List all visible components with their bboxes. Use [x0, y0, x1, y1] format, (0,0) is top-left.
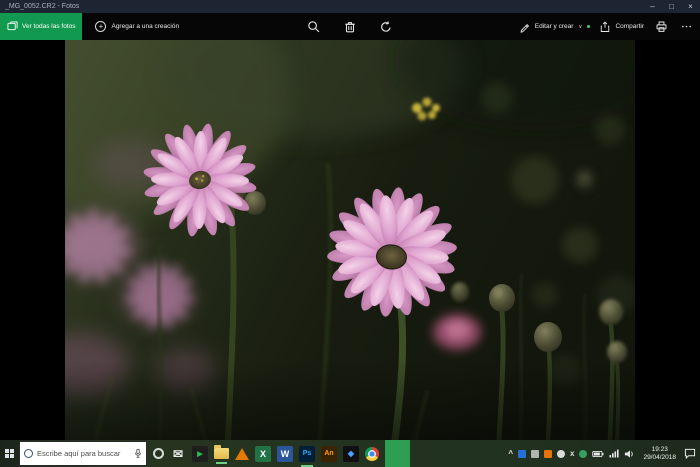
photo-gallery-icon — [7, 21, 18, 32]
maximize-button[interactable]: □ — [662, 0, 681, 13]
task-view-icon[interactable] — [153, 448, 164, 459]
center-tools — [306, 19, 394, 35]
animate-icon[interactable]: An — [321, 446, 337, 462]
see-more-button[interactable] — [678, 19, 694, 35]
chevron-down-icon: ∨ — [578, 24, 582, 30]
close-button[interactable]: × — [681, 0, 700, 13]
start-button[interactable] — [0, 440, 19, 467]
printer-icon — [655, 20, 668, 33]
search-input[interactable] — [37, 449, 130, 458]
photoshop-icon[interactable]: Ps — [299, 446, 315, 462]
word-icon[interactable]: W — [277, 446, 293, 462]
photos-icon[interactable] — [385, 440, 410, 467]
cortana-ring-icon — [24, 449, 33, 458]
view-all-photos-button[interactable]: Ver todas las fotos — [0, 13, 82, 40]
taskbar-apps: ✉ ▶ XW Ps An ◆ — [153, 440, 410, 467]
daisy-photo-illustration — [65, 40, 635, 440]
delete-button[interactable] — [342, 19, 358, 35]
battery-icon[interactable] — [592, 450, 604, 458]
ellipsis-icon — [680, 20, 693, 33]
edit-create-button[interactable]: Editar y crear ∨ — [519, 21, 591, 33]
chrome-icon[interactable] — [365, 447, 379, 461]
taskbar-clock[interactable]: 19:23 29/04/2018 — [640, 446, 679, 462]
right-tools: Editar y crear ∨ Compartir — [519, 19, 700, 35]
action-center-icon[interactable] — [684, 448, 696, 459]
tray-green-app-icon[interactable] — [579, 450, 587, 458]
movies-tv-icon[interactable]: ▶ — [192, 446, 208, 462]
circled-plus-icon: + — [95, 21, 106, 32]
window-controls: – □ × — [643, 0, 700, 13]
tray-gray-app-icon[interactable] — [531, 450, 539, 458]
window-title: _MG_0052.CR2 - Fotos — [0, 3, 79, 10]
add-to-creation-button[interactable]: + Agregar a una creación — [95, 21, 179, 32]
taskbar: ✉ ▶ XW Ps An ◆ ^ x 19:23 29/04/2018 — [0, 440, 700, 467]
share-button[interactable]: Compartir — [599, 21, 644, 33]
photo-canvas[interactable] — [65, 40, 635, 440]
titlebar: _MG_0052.CR2 - Fotos – □ × — [0, 0, 700, 13]
zoom-button[interactable] — [306, 19, 322, 35]
taskbar-search-box[interactable] — [19, 441, 147, 466]
photo-viewer — [0, 40, 700, 440]
view-all-photos-label: Ver todas las fotos — [22, 23, 75, 30]
magnifier-icon — [307, 20, 321, 34]
mail-icon[interactable]: ✉ — [170, 446, 186, 462]
network-icon[interactable] — [609, 449, 619, 458]
tray-light-app-icon[interactable] — [557, 450, 565, 458]
trash-icon — [343, 20, 357, 34]
print-button[interactable] — [653, 19, 669, 35]
tray-dark-app-icon[interactable]: x — [570, 450, 574, 458]
rotate-button[interactable] — [378, 19, 394, 35]
new-feature-dot — [587, 25, 590, 28]
edit-create-label: Editar y crear — [535, 23, 574, 30]
hidden-icons-chevron-icon[interactable]: ^ — [508, 450, 513, 458]
windows-logo-icon — [5, 449, 14, 458]
file-explorer-icon[interactable] — [214, 448, 229, 459]
edit-pencil-icon — [519, 21, 531, 33]
minimize-button[interactable]: – — [643, 0, 662, 13]
add-to-creation-label: Agregar a una creación — [111, 23, 179, 30]
clock-date: 29/04/2018 — [643, 454, 676, 462]
diamond-app-icon[interactable]: ◆ — [343, 446, 359, 462]
microphone-icon[interactable] — [134, 448, 142, 459]
volume-icon[interactable] — [624, 449, 635, 459]
share-label: Compartir — [615, 23, 644, 30]
system-tray: ^ x 19:23 29/04/2018 — [508, 446, 700, 462]
vlc-icon[interactable] — [235, 448, 249, 460]
photos-toolbar: Ver todas las fotos + Agregar a una crea… — [0, 13, 700, 40]
excel-icon[interactable]: X — [255, 446, 271, 462]
tray-blue-app-icon[interactable] — [518, 450, 526, 458]
rotate-icon — [379, 20, 393, 34]
share-icon — [599, 21, 611, 33]
tray-orange-app-icon[interactable] — [544, 450, 552, 458]
clock-time: 19:23 — [643, 446, 676, 454]
